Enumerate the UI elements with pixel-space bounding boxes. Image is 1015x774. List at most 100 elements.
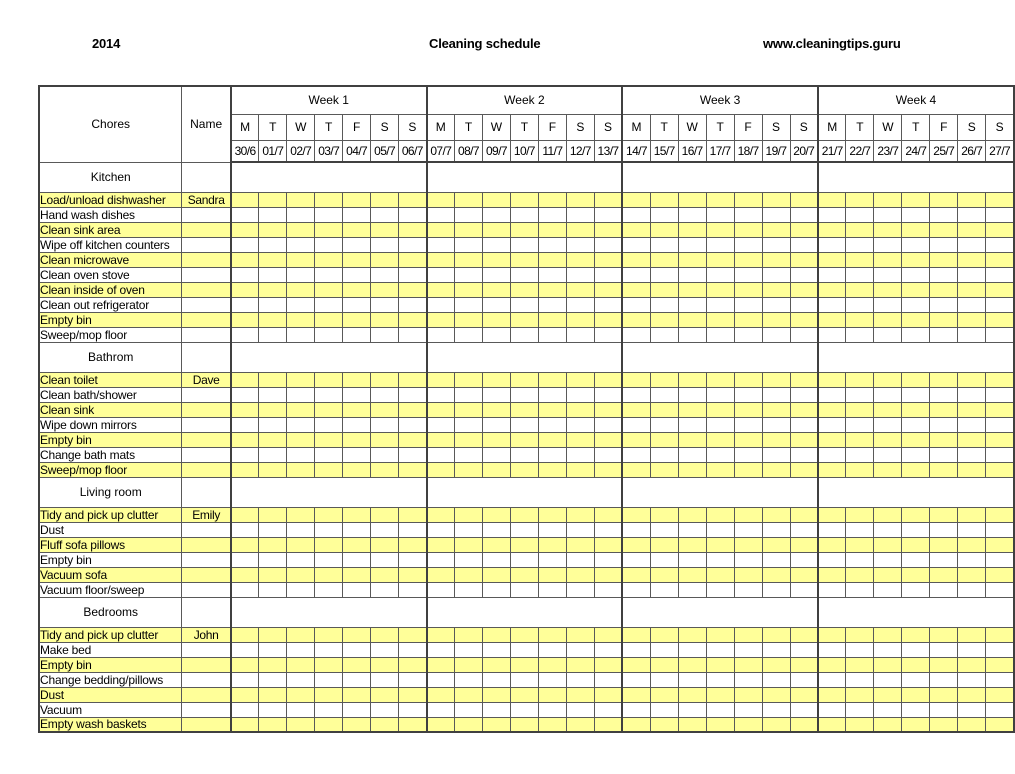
checkbox-cell[interactable] bbox=[901, 716, 931, 733]
checkbox-cell[interactable] bbox=[705, 581, 735, 598]
checkbox-cell[interactable] bbox=[342, 506, 372, 523]
checkbox-cell[interactable] bbox=[314, 581, 344, 598]
checkbox-cell[interactable] bbox=[258, 506, 288, 523]
checkbox-cell[interactable] bbox=[537, 551, 567, 568]
checkbox-cell[interactable] bbox=[314, 221, 344, 238]
checkbox-cell[interactable] bbox=[649, 581, 679, 598]
checkbox-cell[interactable] bbox=[957, 386, 987, 403]
checkbox-cell[interactable] bbox=[621, 251, 651, 268]
checkbox-cell[interactable] bbox=[565, 716, 595, 733]
checkbox-cell[interactable] bbox=[229, 506, 260, 523]
checkbox-cell[interactable] bbox=[454, 206, 483, 223]
checkbox-cell[interactable] bbox=[985, 431, 1015, 448]
checkbox-cell[interactable] bbox=[761, 521, 791, 538]
checkbox-cell[interactable] bbox=[509, 386, 539, 403]
checkbox-cell[interactable] bbox=[509, 536, 539, 553]
assignee-name[interactable] bbox=[181, 656, 232, 673]
checkbox-cell[interactable] bbox=[258, 716, 288, 733]
checkbox-cell[interactable] bbox=[258, 551, 288, 568]
checkbox-cell[interactable] bbox=[789, 236, 819, 253]
checkbox-cell[interactable] bbox=[454, 701, 483, 718]
checkbox-cell[interactable] bbox=[454, 221, 483, 238]
assignee-name[interactable]: John bbox=[181, 626, 232, 643]
checkbox-cell[interactable] bbox=[370, 401, 400, 418]
checkbox-cell[interactable] bbox=[370, 311, 400, 328]
checkbox-cell[interactable] bbox=[789, 281, 819, 298]
checkbox-cell[interactable] bbox=[425, 581, 456, 598]
checkbox-cell[interactable] bbox=[481, 701, 511, 718]
checkbox-cell[interactable] bbox=[929, 281, 959, 298]
checkbox-cell[interactable] bbox=[537, 371, 567, 388]
checkbox-cell[interactable] bbox=[761, 371, 791, 388]
checkbox-cell[interactable] bbox=[901, 326, 931, 343]
checkbox-cell[interactable] bbox=[370, 326, 400, 343]
checkbox-cell[interactable] bbox=[481, 446, 511, 463]
checkbox-cell[interactable] bbox=[816, 221, 847, 238]
checkbox-cell[interactable] bbox=[957, 296, 987, 313]
checkbox-cell[interactable] bbox=[425, 461, 456, 478]
checkbox-cell[interactable] bbox=[258, 386, 288, 403]
checkbox-cell[interactable] bbox=[789, 671, 819, 688]
assignee-name[interactable] bbox=[181, 236, 232, 253]
checkbox-cell[interactable] bbox=[509, 701, 539, 718]
checkbox-cell[interactable] bbox=[789, 641, 819, 658]
checkbox-cell[interactable] bbox=[593, 266, 623, 283]
checkbox-cell[interactable] bbox=[342, 281, 372, 298]
checkbox-cell[interactable] bbox=[789, 326, 819, 343]
checkbox-cell[interactable] bbox=[901, 416, 931, 433]
checkbox-cell[interactable] bbox=[593, 551, 623, 568]
checkbox-cell[interactable] bbox=[370, 716, 400, 733]
table-row[interactable]: Sweep/mop floor bbox=[38, 326, 1015, 343]
checkbox-cell[interactable] bbox=[481, 266, 511, 283]
checkbox-cell[interactable] bbox=[873, 311, 903, 328]
checkbox-cell[interactable] bbox=[593, 521, 623, 538]
checkbox-cell[interactable] bbox=[789, 521, 819, 538]
checkbox-cell[interactable] bbox=[816, 296, 847, 313]
checkbox-cell[interactable] bbox=[816, 371, 847, 388]
checkbox-cell[interactable] bbox=[816, 446, 847, 463]
checkbox-cell[interactable] bbox=[873, 251, 903, 268]
checkbox-cell[interactable] bbox=[370, 701, 400, 718]
checkbox-cell[interactable] bbox=[229, 266, 260, 283]
assignee-name[interactable] bbox=[181, 251, 232, 268]
checkbox-cell[interactable] bbox=[873, 716, 903, 733]
checkbox-cell[interactable] bbox=[314, 251, 344, 268]
checkbox-cell[interactable] bbox=[845, 656, 875, 673]
assignee-name[interactable] bbox=[181, 446, 232, 463]
checkbox-cell[interactable] bbox=[873, 401, 903, 418]
checkbox-cell[interactable] bbox=[286, 281, 316, 298]
checkbox-cell[interactable] bbox=[621, 266, 651, 283]
checkbox-cell[interactable] bbox=[929, 641, 959, 658]
checkbox-cell[interactable] bbox=[286, 701, 316, 718]
checkbox-cell[interactable] bbox=[761, 656, 791, 673]
checkbox-cell[interactable] bbox=[816, 626, 847, 643]
checkbox-cell[interactable] bbox=[677, 566, 707, 583]
checkbox-cell[interactable] bbox=[258, 236, 288, 253]
checkbox-cell[interactable] bbox=[481, 191, 511, 208]
checkbox-cell[interactable] bbox=[258, 581, 288, 598]
checkbox-cell[interactable] bbox=[286, 506, 316, 523]
table-row[interactable]: Change bath mats bbox=[38, 446, 1015, 463]
assignee-name[interactable]: Dave bbox=[181, 371, 232, 388]
checkbox-cell[interactable] bbox=[398, 626, 428, 643]
assignee-name[interactable] bbox=[181, 401, 232, 418]
checkbox-cell[interactable] bbox=[901, 431, 931, 448]
checkbox-cell[interactable] bbox=[705, 671, 735, 688]
checkbox-cell[interactable] bbox=[733, 281, 763, 298]
checkbox-cell[interactable] bbox=[929, 686, 959, 703]
checkbox-cell[interactable] bbox=[816, 686, 847, 703]
assignee-name[interactable] bbox=[181, 641, 232, 658]
checkbox-cell[interactable] bbox=[342, 551, 372, 568]
checkbox-cell[interactable] bbox=[957, 416, 987, 433]
checkbox-cell[interactable] bbox=[509, 641, 539, 658]
checkbox-cell[interactable] bbox=[229, 446, 260, 463]
checkbox-cell[interactable] bbox=[425, 521, 456, 538]
checkbox-cell[interactable] bbox=[649, 521, 679, 538]
checkbox-cell[interactable] bbox=[929, 656, 959, 673]
checkbox-cell[interactable] bbox=[565, 656, 595, 673]
checkbox-cell[interactable] bbox=[314, 281, 344, 298]
checkbox-cell[interactable] bbox=[957, 671, 987, 688]
checkbox-cell[interactable] bbox=[370, 236, 400, 253]
checkbox-cell[interactable] bbox=[537, 641, 567, 658]
checkbox-cell[interactable] bbox=[342, 461, 372, 478]
